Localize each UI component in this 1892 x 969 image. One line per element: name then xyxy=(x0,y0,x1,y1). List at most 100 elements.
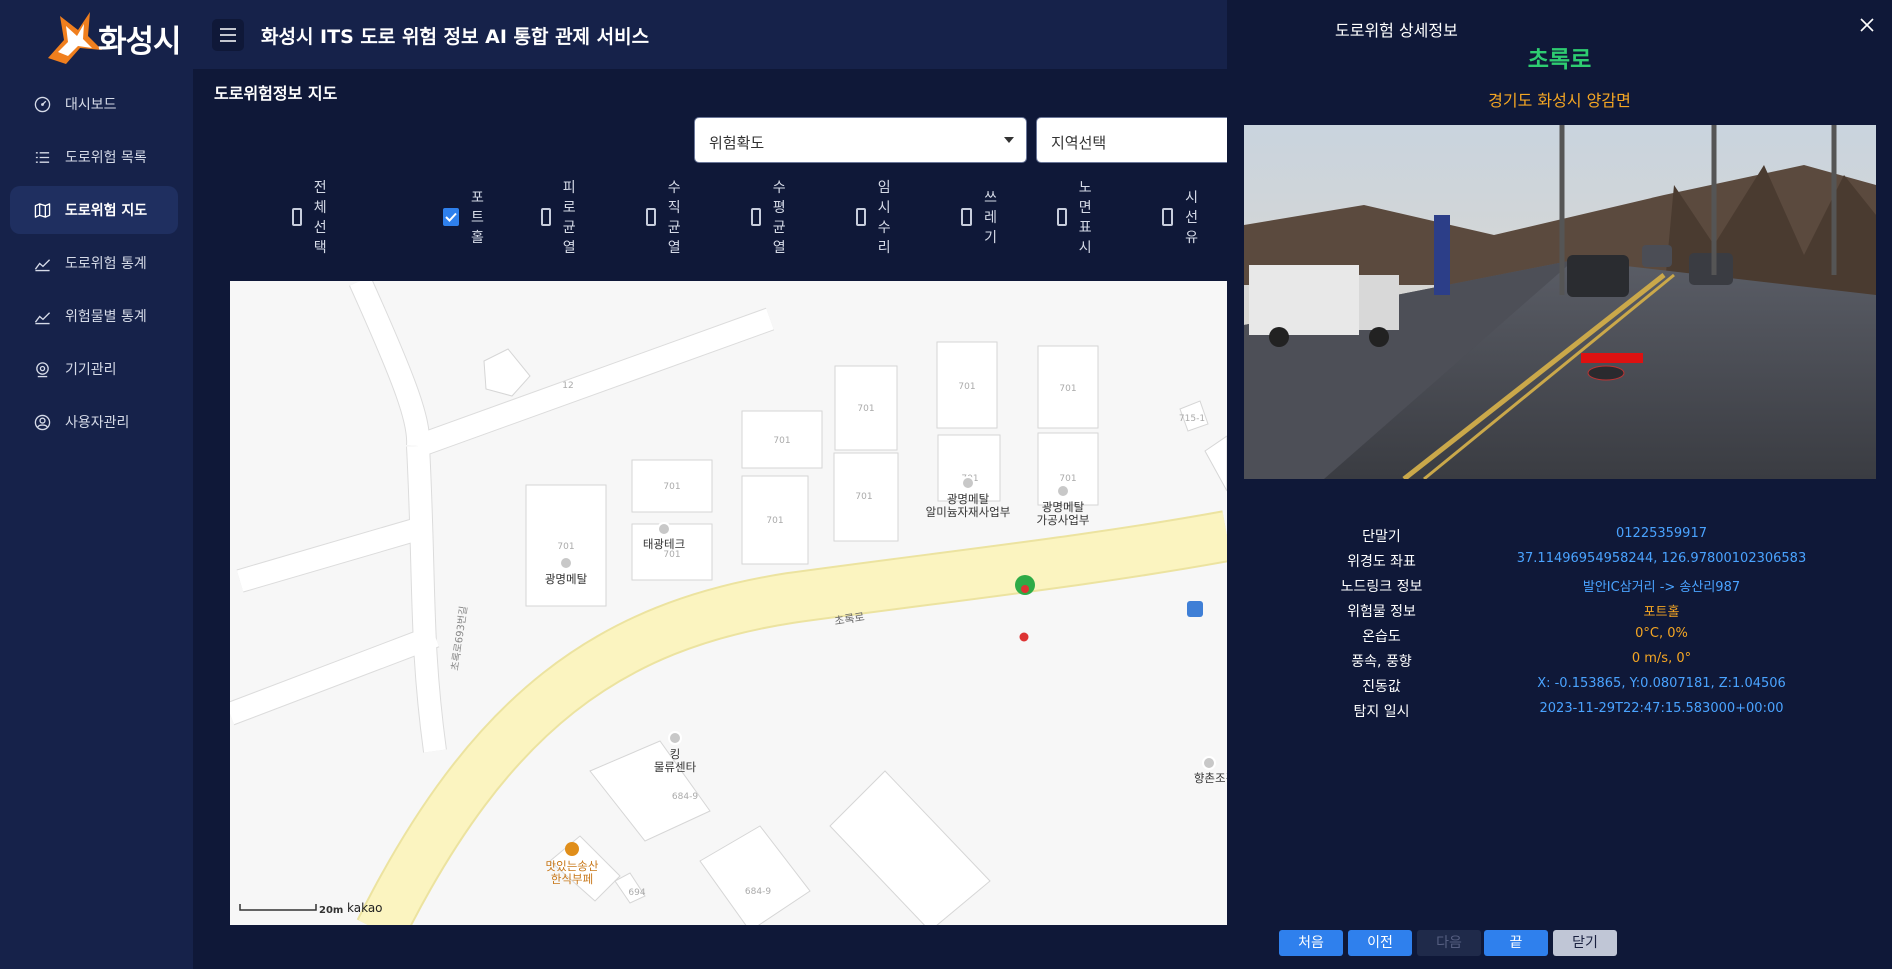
menu-toggle-button[interactable] xyxy=(212,19,244,51)
sidebar-item-hazard-stats[interactable]: 위험물별 통계 xyxy=(10,292,178,340)
info-value: 2023-11-29T22:47:15.583000+00:00 xyxy=(1539,701,1784,716)
checkbox-gaze-guide[interactable]: 시선유 xyxy=(1162,190,1205,246)
dashboard-icon xyxy=(34,96,51,112)
region-name: 경기도 화성시 양감면 xyxy=(1488,91,1631,110)
next-button[interactable]: 다음 xyxy=(1417,930,1481,956)
info-label: 위험물 정보 xyxy=(1347,604,1416,620)
sidebar-item-device-management[interactable]: 기기관리 xyxy=(10,345,178,393)
info-value: 포트홀 xyxy=(1643,605,1680,620)
info-value: 0 m/s, 0° xyxy=(1631,651,1692,666)
sidebar-nav: 대시보드 도로위험 목록 도로위험 지도 도로위험 통계 위험물별 통계 기기관… xyxy=(10,80,178,451)
place-label: 광명메탈 xyxy=(947,492,990,506)
checkbox-box xyxy=(646,208,656,226)
hazard-info-table: 단말기 01225359917 위경도 좌표 37.11496954958244… xyxy=(1287,526,1847,726)
checkbox-box xyxy=(1162,208,1174,226)
checkbox-box xyxy=(751,208,761,226)
lot-number: 715-1 xyxy=(1179,414,1205,424)
place-sublabel: 한식부페 xyxy=(551,872,593,886)
road-name: 초록로 xyxy=(1527,47,1592,73)
checkbox-temporary-repair[interactable]: 임시수리 xyxy=(856,180,899,256)
map-scale-bar xyxy=(239,904,317,911)
info-label: 위경도 좌표 xyxy=(1347,554,1416,570)
chart-icon xyxy=(34,258,51,271)
checkbox-label: 전체선택 xyxy=(313,180,327,256)
sidebar-item-label: 도로위험 통계 xyxy=(65,256,147,272)
info-row-device: 단말기 01225359917 xyxy=(1287,526,1847,551)
bus-stop-icon[interactable] xyxy=(1187,601,1203,617)
checkbox-label: 시선유 xyxy=(1185,190,1199,246)
checkbox-box xyxy=(961,208,973,226)
info-row-wind: 풍속, 풍향 0 m/s, 0° xyxy=(1287,651,1847,676)
close-button[interactable]: 닫기 xyxy=(1553,930,1617,956)
place-sublabel: 물류센타 xyxy=(654,760,697,774)
info-value: 0°C, 0% xyxy=(1635,626,1688,641)
lot-number: 684-9 xyxy=(745,887,771,897)
road-photo-image xyxy=(1244,125,1876,479)
restaurant-icon xyxy=(565,842,579,856)
info-label: 노드링크 정보 xyxy=(1340,579,1423,595)
place-label: 맛있는송산 xyxy=(546,859,599,873)
first-button[interactable]: 처음 xyxy=(1279,930,1343,956)
checkbox-label: 피로균열 xyxy=(562,180,576,256)
checkbox-select-all[interactable]: 전체선택 xyxy=(292,180,335,256)
info-label: 단말기 xyxy=(1362,529,1401,545)
checkbox-box xyxy=(541,208,551,226)
risk-map[interactable]: 12 701 701 701 701 701 701 701 701 701 7… xyxy=(230,281,1227,925)
info-label: 진동값 xyxy=(1362,679,1401,695)
sidebar-item-user-management[interactable]: 사용자관리 xyxy=(10,398,178,446)
checkbox-road-marking[interactable]: 노면표시 xyxy=(1057,180,1100,256)
checkbox-trash[interactable]: 쓰레기 xyxy=(961,190,1004,246)
lot-number: 701 xyxy=(766,516,783,526)
checkbox-label: 수평균열 xyxy=(772,180,786,256)
checkbox-vertical-crack[interactable]: 수직균열 xyxy=(646,180,689,256)
place-label: 향촌조경 xyxy=(1194,771,1227,785)
lot-number: 701 xyxy=(857,404,874,414)
sidebar-item-dashboard[interactable]: 대시보드 xyxy=(10,80,178,128)
info-row-vibration: 진동값 X: -0.153865, Y:0.0807181, Z:1.04506 xyxy=(1287,676,1847,701)
info-row-detected-at: 탐지 일시 2023-11-29T22:47:15.583000+00:00 xyxy=(1287,701,1847,726)
region-select-value: 지역선택 xyxy=(1051,134,1107,152)
lot-number: 12 xyxy=(562,381,573,391)
hazard-photo xyxy=(1244,125,1876,479)
user-icon xyxy=(34,414,51,430)
sidebar-item-risk-map[interactable]: 도로위험 지도 xyxy=(10,186,178,234)
panel-title: 도로위험 상세정보 xyxy=(1335,21,1458,40)
checkbox-box xyxy=(292,208,302,226)
info-value: 37.11496954958244, 126.97800102306583 xyxy=(1516,551,1807,566)
info-label: 풍속, 풍향 xyxy=(1351,654,1412,670)
info-row-temp-humidity: 온습도 0°C, 0% xyxy=(1287,626,1847,651)
device-icon xyxy=(36,361,49,377)
hazard-detail-panel: 도로위험 상세정보 초록로 경기도 화성시 양감면 단말기 0122535991… xyxy=(1227,0,1892,969)
sidebar-item-label: 기기관리 xyxy=(65,362,117,378)
info-label: 탐지 일시 xyxy=(1353,704,1410,720)
lot-number: 701 xyxy=(1059,384,1076,394)
info-row-node-link: 노드링크 정보 발안IC삼거리 -> 송산리987 xyxy=(1287,576,1847,601)
prev-button[interactable]: 이전 xyxy=(1348,930,1412,956)
checkbox-pothole[interactable]: 포트홀 xyxy=(443,190,486,246)
close-icon[interactable] xyxy=(1856,14,1878,36)
info-value: 01225359917 xyxy=(1616,526,1707,541)
info-row-coordinates: 위경도 좌표 37.11496954958244, 126.9780010230… xyxy=(1287,551,1847,576)
checkbox-label: 포트홀 xyxy=(471,190,484,246)
region-select[interactable]: 지역선택 xyxy=(1036,117,1227,163)
sidebar-item-label: 도로위험 목록 xyxy=(65,150,147,166)
checkbox-horizontal-crack[interactable]: 수평균열 xyxy=(751,180,794,256)
checkbox-fatigue-crack[interactable]: 피로균열 xyxy=(541,180,584,256)
risk-level-select-value: 위험확도 xyxy=(709,134,765,152)
app-title: 화성시 ITS 도로 위험 정보 AI 통합 관제 서비스 xyxy=(261,26,650,48)
place-label: 광명메탈 xyxy=(1042,500,1085,514)
sidebar-item-risk-stats[interactable]: 도로위험 통계 xyxy=(10,239,178,287)
info-value: 발안IC삼거리 -> 송산리987 xyxy=(1582,580,1741,595)
sidebar-item-label: 도로위험 지도 xyxy=(65,203,148,219)
map-provider-logo: kakao xyxy=(347,901,383,915)
info-label: 온습도 xyxy=(1362,629,1401,645)
checkbox-label: 쓰레기 xyxy=(984,190,998,246)
last-button[interactable]: 끝 xyxy=(1484,930,1548,956)
sidebar-item-risk-list[interactable]: 도로위험 목록 xyxy=(10,133,178,181)
checkbox-label: 노면표시 xyxy=(1078,180,1092,256)
hazard-marker[interactable] xyxy=(1019,632,1029,642)
place-sublabel: 알미늄자재사업부 xyxy=(926,505,1011,519)
risk-level-select[interactable]: 위험확도 xyxy=(694,117,1027,163)
checkbox-label: 임시수리 xyxy=(877,180,891,256)
checkmark-icon xyxy=(445,212,457,222)
